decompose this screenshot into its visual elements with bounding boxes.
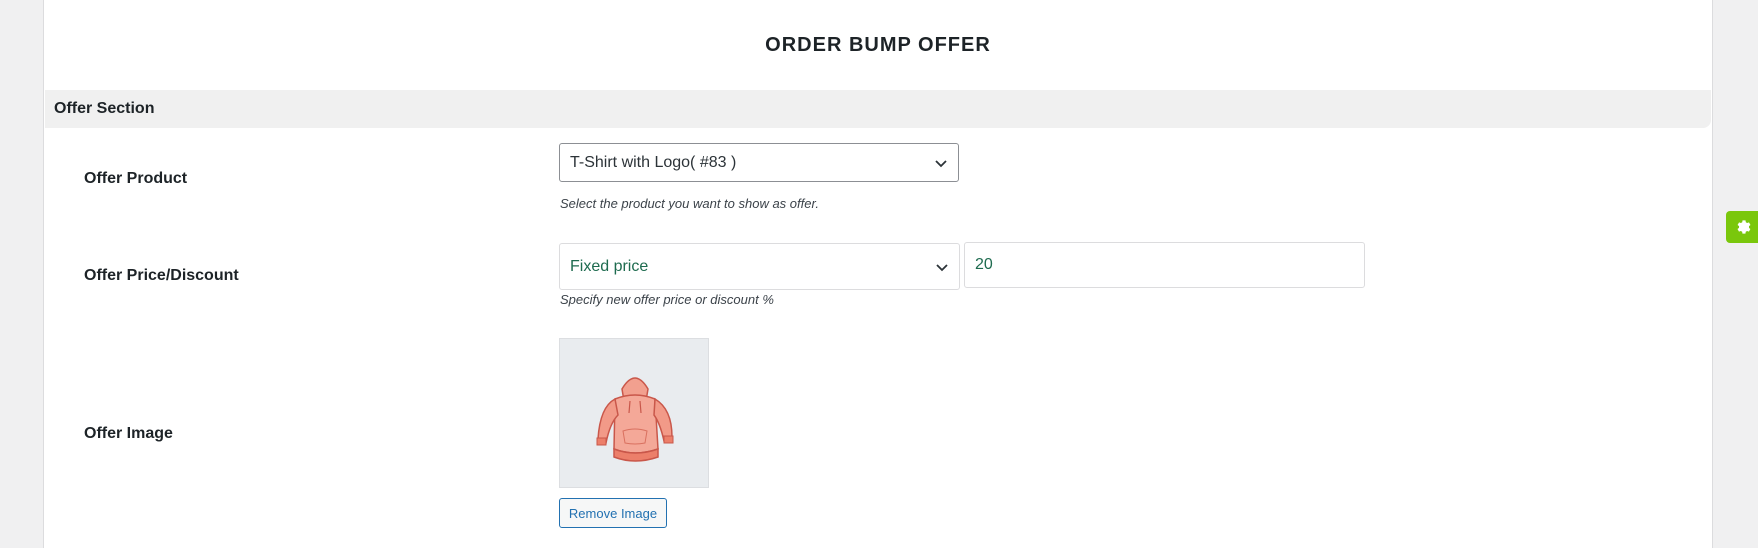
- offer-price-type-value: Fixed price: [570, 257, 649, 275]
- page-title: ORDER BUMP OFFER: [765, 34, 991, 56]
- offer-image-label: Offer Image: [84, 425, 173, 442]
- gear-icon: [1737, 220, 1751, 234]
- offer-product-hint: Select the product you want to show as o…: [560, 196, 819, 211]
- hoodie-image: [596, 377, 674, 462]
- offer-product-value: T-Shirt with Logo( #83 ): [570, 153, 737, 171]
- offer-price-input[interactable]: 20: [964, 242, 1365, 288]
- offer-price-hint: Specify new offer price or discount %: [560, 292, 774, 307]
- settings-button[interactable]: [1726, 211, 1758, 243]
- offer-product-select[interactable]: T-Shirt with Logo( #83 ): [559, 143, 959, 182]
- offer-product-label: Offer Product: [84, 170, 188, 187]
- offer-price-value: 20: [975, 256, 993, 273]
- offer-price-type-select[interactable]: Fixed price: [559, 243, 960, 290]
- chevron-down-icon: [936, 263, 948, 271]
- offer-price-label: Offer Price/Discount: [84, 267, 239, 284]
- order-bump-panel: ORDER BUMP OFFER Offer Section Offer Pro…: [43, 0, 1713, 548]
- remove-image-button[interactable]: Remove Image: [559, 498, 667, 528]
- chevron-down-icon: [935, 159, 947, 167]
- section-title: Offer Section: [54, 100, 155, 117]
- offer-section-header: Offer Section: [45, 90, 1711, 128]
- offer-image-preview: [559, 338, 709, 488]
